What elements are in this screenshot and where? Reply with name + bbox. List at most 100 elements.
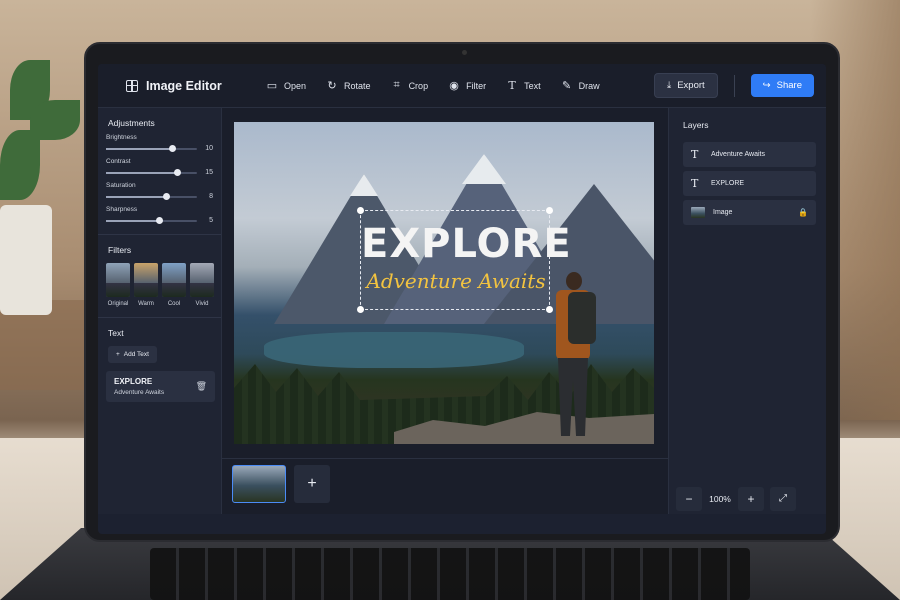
filter-label: Vivid [195, 301, 209, 307]
keyboard [150, 548, 750, 600]
pen-icon: ✎ [561, 80, 572, 92]
slider-value: 10 [205, 145, 213, 152]
share-button[interactable]: ↪ Share [750, 74, 814, 97]
slider-track[interactable] [106, 168, 197, 176]
plus-icon: + [116, 351, 120, 358]
slider-line: 10 [106, 144, 213, 152]
text-card-title: EXPLORE [114, 377, 153, 386]
slider-value: 15 [205, 169, 213, 176]
left-panel: Adjustments Brightness 10 Contrast 15 Satura… [98, 108, 222, 514]
filter-thumbnail [190, 263, 214, 297]
resize-handle[interactable] [546, 306, 553, 313]
trash-icon[interactable]: 🗑 [196, 381, 207, 392]
filter-label: Original [107, 301, 129, 307]
lake [264, 332, 524, 368]
resize-handle[interactable] [357, 306, 364, 313]
zoom-in-button[interactable]: + [738, 487, 764, 511]
plant-pot [0, 205, 52, 315]
laptop-lid: Image Editor ▭ Open ↻ Rotate ⌗ Crop ◉ Fi… [84, 42, 840, 542]
filter-thumbnail [162, 263, 186, 297]
slider-fill [106, 219, 159, 222]
share-label: Share [776, 80, 802, 91]
slider-line: 5 [106, 216, 213, 224]
resize-handle[interactable] [546, 207, 553, 214]
text-card-subtitle: Adventure Awaits [114, 389, 165, 396]
text-icon: T [691, 148, 699, 161]
filmstrip: + [222, 458, 668, 514]
plant-leaf [0, 130, 40, 200]
tool-open[interactable]: ▭ Open [258, 75, 314, 96]
snow-cap [350, 174, 378, 196]
layer-label: Adventure Awaits [711, 151, 765, 158]
folder-icon: ▭ [266, 80, 278, 92]
frame-thumbnail[interactable] [232, 465, 286, 503]
slider-fill [106, 195, 167, 198]
toolbar-divider [733, 74, 735, 97]
text-selection-box[interactable]: EXPLORE Adventure Awaits [357, 207, 571, 313]
canvas-area: EXPLORE Adventure Awaits [222, 108, 668, 458]
tool-crop[interactable]: ⌗ Crop [383, 75, 437, 96]
slider-fill [106, 147, 172, 150]
slider-sharpness: Sharpness 5 [98, 200, 221, 224]
resize-handle[interactable] [357, 207, 364, 214]
filter-vivid[interactable]: Vivid [190, 263, 214, 307]
slider-thumb[interactable] [155, 216, 163, 224]
slider-label: Sharpness [106, 206, 138, 213]
zoom-controls: − 100% + ⤢ [668, 484, 826, 514]
download-icon: ⤓ [667, 80, 672, 91]
slider-label: Contrast [106, 158, 131, 165]
slider-label: Saturation [106, 182, 136, 189]
zoom-out-button[interactable]: − [676, 487, 702, 511]
filter-icon: ◉ [449, 80, 459, 92]
canvas-subtitle[interactable]: Adventure Awaits [361, 269, 551, 293]
layers-panel: Layers T Adventure Awaits T EXPLORE Imag… [668, 108, 826, 514]
slider-track[interactable] [106, 216, 197, 224]
slider-thumb[interactable] [173, 168, 181, 176]
slider-thumb[interactable] [168, 144, 176, 152]
layer-item-explore[interactable]: T EXPLORE [683, 171, 816, 196]
text-title: Text [108, 328, 124, 338]
tool-label: Open [284, 80, 307, 91]
layer-label: Image [713, 209, 733, 216]
slider-brightness: Brightness 10 [98, 128, 221, 152]
tool-filter[interactable]: ◉ Filter [440, 75, 494, 96]
slider-track[interactable] [106, 144, 197, 152]
tool-text[interactable]: T Text [498, 75, 549, 96]
tool-rotate[interactable]: ↻ Rotate [318, 75, 379, 96]
slider-value: 5 [209, 217, 213, 224]
filter-list: Original Warm Cool Vivid [98, 255, 221, 307]
add-text-button[interactable]: + Add Text [108, 346, 157, 363]
hiker-legs [558, 358, 588, 436]
layer-item-adventure[interactable]: T Adventure Awaits [683, 142, 816, 167]
add-text-label: Add Text [123, 351, 149, 358]
text-icon: T [691, 177, 699, 190]
app-title: Image Editor [146, 78, 222, 93]
text-layer-card[interactable]: EXPLORE Adventure Awaits 🗑 [106, 371, 215, 402]
hiker [544, 272, 604, 442]
slider-track[interactable] [106, 192, 197, 200]
lock-icon[interactable]: 🔒 [798, 208, 808, 217]
canvas-headline[interactable]: EXPLORE [361, 221, 571, 267]
adjustments-title: Adjustments [108, 118, 155, 128]
slider-thumb[interactable] [163, 192, 171, 200]
fit-screen-icon[interactable]: ⤢ [770, 487, 796, 511]
tool-draw[interactable]: ✎ Draw [553, 75, 608, 96]
rotate-icon: ↻ [327, 80, 337, 92]
slider-contrast: Contrast 15 [98, 152, 221, 176]
export-button[interactable]: ⤓ Export [654, 73, 718, 98]
filter-cool[interactable]: Cool [162, 263, 186, 307]
snow-cap [462, 154, 506, 184]
slider-line: 8 [106, 192, 213, 200]
export-label: Export [677, 80, 705, 91]
photo-canvas[interactable]: EXPLORE Adventure Awaits [234, 122, 654, 444]
filter-thumbnail [106, 263, 130, 297]
slider-saturation: Saturation 8 [98, 176, 221, 200]
share-icon: ↪ [762, 80, 771, 91]
filter-warm[interactable]: Warm [134, 263, 158, 307]
text-icon: T [508, 79, 516, 92]
layer-item-image[interactable]: Image 🔒 [683, 200, 816, 225]
filter-original[interactable]: Original [106, 263, 130, 307]
add-frame-button[interactable]: + [294, 465, 330, 503]
tool-label: Crop [408, 80, 429, 91]
top-toolbar: Image Editor ▭ Open ↻ Rotate ⌗ Crop ◉ Fi… [98, 64, 826, 108]
